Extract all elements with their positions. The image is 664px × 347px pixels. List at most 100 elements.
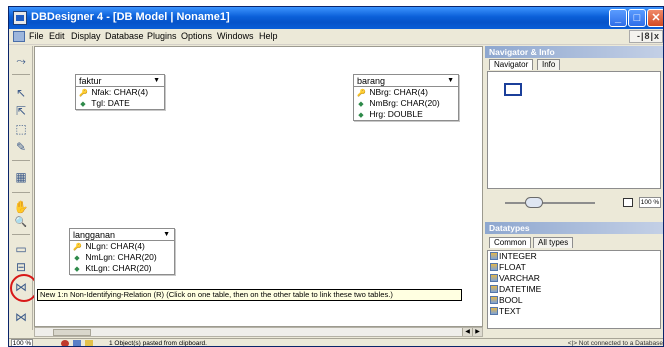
menu-plugins[interactable]: Plugins (147, 31, 177, 41)
datatype-icon (490, 285, 498, 293)
chevron-down-icon[interactable]: ▼ (153, 75, 160, 87)
list-item[interactable]: INTEGER (488, 251, 660, 262)
pencil-icon[interactable]: ✎ (13, 140, 29, 154)
toolbar-divider (12, 160, 30, 161)
column-label: NmLgn: CHAR(20) (85, 252, 157, 262)
folder-icon[interactable] (85, 340, 93, 346)
save-icon[interactable] (73, 340, 81, 346)
stop-icon[interactable] (61, 340, 69, 346)
datatype-icon (490, 307, 498, 315)
datatype-label: TEXT (499, 306, 521, 316)
table-column[interactable]: ◆ NmLgn: CHAR(20) (70, 252, 174, 263)
list-item[interactable]: TEXT (488, 306, 660, 317)
new-table-icon[interactable]: ▭ (13, 242, 29, 256)
column-label: Nfak: CHAR(4) (91, 87, 149, 97)
list-item[interactable]: VARCHAR (488, 273, 660, 284)
hand-icon[interactable]: ✋ (13, 200, 29, 214)
datatype-icon (490, 252, 498, 260)
attribute-icon: ◆ (80, 101, 86, 108)
list-item[interactable]: FLOAT (488, 262, 660, 273)
window-title: DBDesigner 4 - [DB Model | Noname1] (31, 11, 230, 23)
table-column[interactable]: 🔑 Nfak: CHAR(4) (76, 87, 164, 98)
table-header[interactable]: faktur ▼ (76, 75, 164, 87)
menu-file[interactable]: File (29, 31, 44, 41)
navigator-viewport[interactable] (504, 83, 522, 96)
table-barang[interactable]: barang ▼ 🔑 NBrg: CHAR(4) ◆ NmBrg: CHAR(2… (353, 74, 459, 121)
canvas-horizontal-scrollbar[interactable]: ◀ ▶ (34, 327, 483, 337)
table-column[interactable]: 🔑 NLgn: CHAR(4) (70, 241, 174, 252)
scroll-right-icon[interactable]: ▶ (472, 328, 482, 336)
column-label: NLgn: CHAR(4) (85, 241, 145, 251)
mdi-window-controls[interactable]: -|8|x (629, 30, 663, 43)
title-bar[interactable]: DBDesigner 4 - [DB Model | Noname1] _ □ … (9, 7, 663, 29)
table-langganan[interactable]: langganan ▼ 🔑 NLgn: CHAR(4) ◆ NmLgn: CHA… (69, 228, 175, 275)
close-button[interactable]: ✕ (647, 9, 663, 27)
table-name: barang (357, 76, 386, 86)
toolbar-divider (12, 234, 30, 235)
table-header[interactable]: langganan ▼ (70, 229, 174, 241)
table-name: langganan (73, 230, 116, 240)
menu-options[interactable]: Options (181, 31, 212, 41)
tab-all-types[interactable]: All types (533, 237, 574, 248)
column-label: KtLgn: CHAR(20) (85, 263, 152, 273)
column-label: NBrg: CHAR(4) (369, 87, 428, 97)
menu-windows[interactable]: Windows (217, 31, 254, 41)
chevron-down-icon[interactable]: ▼ (163, 229, 170, 241)
zoom-control: 100 % (489, 197, 661, 209)
table-column[interactable]: ◆ Hrg: DOUBLE (354, 109, 458, 120)
chevron-down-icon[interactable]: ▼ (447, 75, 454, 87)
relation-nm-icon[interactable]: ⋈ (13, 310, 29, 324)
grid-icon[interactable]: ▦ (13, 170, 29, 184)
column-label: Tgl: DATE (91, 98, 130, 108)
pointer-icon[interactable]: ↖ (13, 86, 29, 100)
magic-wand-icon[interactable]: ⤳ (13, 54, 29, 68)
attribute-icon: ◆ (74, 266, 80, 273)
datatype-label: DATETIME (499, 284, 542, 294)
table-column[interactable]: ◆ KtLgn: CHAR(20) (70, 263, 174, 274)
datatype-icon (490, 296, 498, 304)
menu-database[interactable]: Database (105, 31, 144, 41)
datatype-label: FLOAT (499, 262, 526, 272)
list-item[interactable]: BOOL (488, 295, 660, 306)
side-panel: Navigator & Info Navigator Info 100 % Da… (485, 46, 663, 329)
tab-common[interactable]: Common (489, 237, 532, 248)
zoom-slider-track[interactable] (505, 202, 595, 204)
status-zoom: 100 % (11, 339, 33, 347)
zoom-slider-thumb[interactable] (525, 197, 543, 208)
region-select-icon[interactable]: ⬚ (13, 122, 29, 136)
zoom-value[interactable]: 100 % (639, 197, 661, 208)
fit-view-icon[interactable] (623, 198, 633, 207)
app-window: DBDesigner 4 - [DB Model | Noname1] _ □ … (8, 6, 664, 347)
menu-edit[interactable]: Edit (49, 31, 65, 41)
table-column[interactable]: ◆ Tgl: DATE (76, 98, 164, 109)
menu-bar: File Edit Display Database Plugins Optio… (9, 29, 663, 45)
minimize-button[interactable]: _ (609, 9, 627, 27)
datatypes-tabs: Common All types (485, 236, 663, 248)
datatype-icon (490, 263, 498, 271)
move-pointer-icon[interactable]: ⇱ (13, 104, 29, 118)
table-column[interactable]: 🔑 NBrg: CHAR(4) (354, 87, 458, 98)
list-item[interactable]: DATETIME (488, 284, 660, 295)
navigator-preview[interactable] (487, 71, 661, 189)
column-label: Hrg: DOUBLE (369, 109, 423, 119)
tab-navigator[interactable]: Navigator (489, 59, 534, 70)
navigator-panel-title: Navigator & Info (485, 46, 663, 58)
menu-display[interactable]: Display (71, 31, 101, 41)
app-icon[interactable] (13, 11, 27, 25)
datatypes-panel-title: Datatypes (485, 222, 663, 234)
scrollbar-thumb[interactable] (53, 329, 91, 336)
zoom-icon[interactable]: 🔍 (13, 216, 29, 230)
table-name: faktur (79, 76, 102, 86)
new-relation-icon[interactable]: ⊟ (13, 260, 29, 274)
table-column[interactable]: ◆ NmBrg: CHAR(20) (354, 98, 458, 109)
column-label: NmBrg: CHAR(20) (369, 98, 440, 108)
maximize-button[interactable]: □ (628, 9, 646, 27)
table-header[interactable]: barang ▼ (354, 75, 458, 87)
tab-info[interactable]: Info (537, 59, 561, 70)
menu-help[interactable]: Help (259, 31, 278, 41)
scroll-left-icon[interactable]: ◀ (462, 328, 472, 336)
model-canvas[interactable]: faktur ▼ 🔑 Nfak: CHAR(4) ◆ Tgl: DATE bar… (34, 46, 483, 327)
table-faktur[interactable]: faktur ▼ 🔑 Nfak: CHAR(4) ◆ Tgl: DATE (75, 74, 165, 110)
document-icon[interactable] (13, 31, 25, 42)
datatype-icon (490, 274, 498, 282)
